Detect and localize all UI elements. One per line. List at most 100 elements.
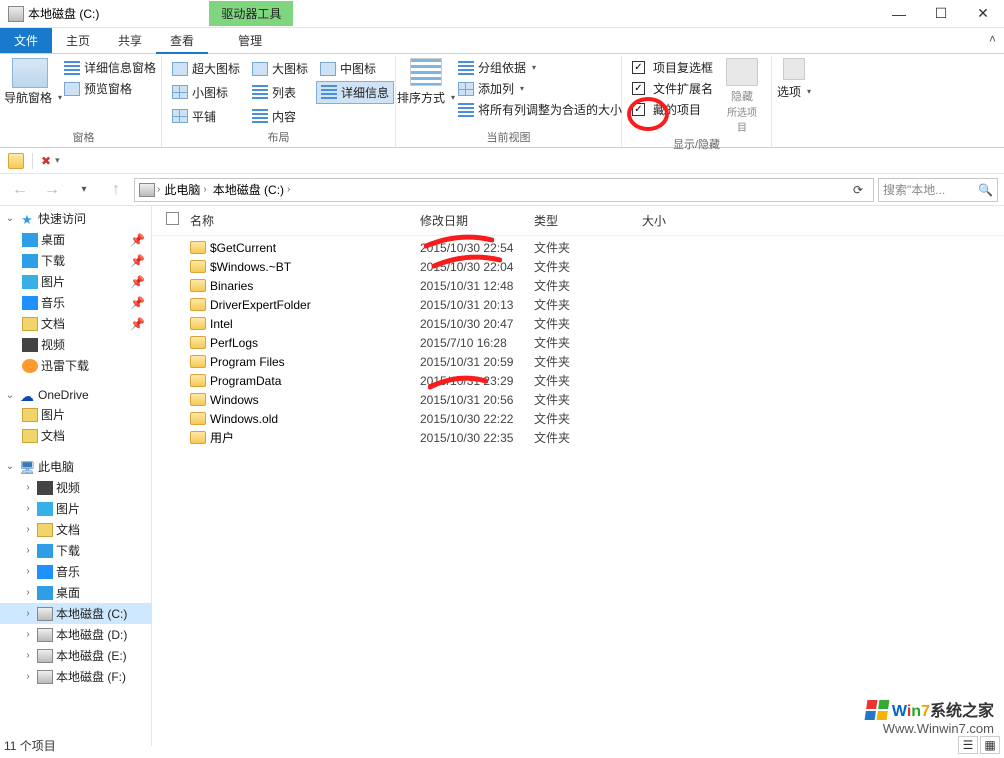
group-by-button[interactable]: 分组依据▾	[454, 58, 626, 77]
sidebar-music[interactable]: 音乐	[41, 294, 65, 311]
preview-pane-button[interactable]: 预览窗格	[60, 79, 160, 98]
layout-tiles[interactable]: 平铺	[168, 105, 244, 127]
sort-by-button[interactable]: 排序方式▾	[402, 88, 450, 107]
file-date: 2015/10/30 22:22	[420, 412, 534, 426]
minimize-button[interactable]: —	[878, 0, 920, 28]
column-size[interactable]: 大小	[642, 212, 722, 229]
group-label-panes: 窗格	[12, 127, 155, 147]
layout-medium[interactable]: 中图标	[316, 58, 394, 80]
table-row[interactable]: ProgramData2015/10/31 23:29文件夹	[152, 371, 1004, 390]
sidebar-pc-music[interactable]: 音乐	[56, 563, 80, 580]
pictures-icon	[22, 275, 38, 289]
sidebar-downloads[interactable]: 下载	[41, 252, 65, 269]
options-button[interactable]: 选项▾	[773, 82, 815, 101]
navigation-pane-icon	[12, 58, 48, 88]
tab-manage[interactable]: 管理	[220, 28, 280, 53]
disk-icon	[37, 649, 53, 663]
layout-details[interactable]: 详细信息	[316, 81, 394, 105]
sidebar-onedrive[interactable]: OneDrive	[38, 388, 89, 402]
sidebar-xunlei[interactable]: 迅雷下载	[41, 357, 89, 374]
fit-columns-button[interactable]: 将所有列调整为合适的大小	[454, 100, 626, 119]
item-checkboxes-toggle[interactable]: 项目复选框	[628, 58, 717, 77]
sidebar-quick-access[interactable]: 快速访问	[38, 210, 86, 227]
hide-button[interactable]: 隐藏	[723, 88, 761, 104]
navigation-tree[interactable]: ⌄★快速访问 桌面📌 下载📌 图片📌 音乐📌 文档📌 视频 迅雷下载 ⌄☁One…	[0, 206, 152, 746]
sidebar-onedrive-docs[interactable]: 文档	[41, 427, 65, 444]
music-icon	[22, 296, 38, 310]
layout-large[interactable]: 大图标	[248, 58, 312, 80]
forward-button[interactable]: →	[38, 178, 66, 202]
file-list-view[interactable]: 名称 修改日期 类型 大小 $GetCurrent2015/10/30 22:5…	[152, 206, 1004, 746]
details-pane-button[interactable]: 详细信息窗格	[60, 58, 160, 77]
sidebar-pictures[interactable]: 图片	[41, 273, 65, 290]
view-details-button[interactable]: ☰	[958, 736, 978, 754]
refresh-button[interactable]: ⟳	[847, 183, 869, 197]
tab-view[interactable]: 查看	[156, 28, 208, 54]
table-row[interactable]: DriverExpertFolder2015/10/31 20:13文件夹	[152, 295, 1004, 314]
sidebar-onedrive-pics[interactable]: 图片	[41, 406, 65, 423]
sidebar-pc-downloads[interactable]: 下载	[56, 542, 80, 559]
breadcrumb-drive[interactable]: 本地磁盘 (C:)›	[211, 181, 293, 198]
layout-small[interactable]: 小图标	[168, 81, 244, 105]
tab-file[interactable]: 文件	[0, 28, 52, 53]
sidebar-this-pc[interactable]: 此电脑	[38, 458, 74, 475]
table-row[interactable]: $Windows.~BT2015/10/30 22:04文件夹	[152, 257, 1004, 276]
contextual-tools-tab[interactable]: 驱动器工具	[209, 1, 293, 26]
folder-icon	[22, 429, 38, 443]
search-input[interactable]: 搜索"本地... 🔍	[878, 178, 998, 202]
maximize-button[interactable]: ☐	[920, 0, 962, 28]
file-date: 2015/10/31 12:48	[420, 279, 534, 293]
layout-content[interactable]: 内容	[248, 105, 312, 127]
column-type[interactable]: 类型	[534, 212, 642, 229]
address-bar[interactable]: › 此电脑› 本地磁盘 (C:)› ⟳	[134, 178, 874, 202]
sidebar-videos[interactable]: 视频	[41, 336, 65, 353]
table-row[interactable]: Intel2015/10/30 20:47文件夹	[152, 314, 1004, 333]
column-name[interactable]: 名称	[190, 212, 420, 229]
hide-selected-icon	[726, 58, 758, 86]
table-row[interactable]: $GetCurrent2015/10/30 22:54文件夹	[152, 238, 1004, 257]
sidebar-pc-desktop[interactable]: 桌面	[56, 584, 80, 601]
sidebar-documents[interactable]: 文档	[41, 315, 65, 332]
close-button[interactable]: ✕	[962, 0, 1004, 28]
column-date[interactable]: 修改日期	[420, 212, 534, 229]
table-row[interactable]: Windows.old2015/10/30 22:22文件夹	[152, 409, 1004, 428]
sidebar-pc-documents[interactable]: 文档	[56, 521, 80, 538]
table-row[interactable]: Windows2015/10/31 20:56文件夹	[152, 390, 1004, 409]
sidebar-drive-f[interactable]: 本地磁盘 (F:)	[56, 668, 126, 685]
up-button[interactable]: ↑	[102, 178, 130, 202]
table-row[interactable]: Binaries2015/10/31 12:48文件夹	[152, 276, 1004, 295]
ribbon-collapse-button[interactable]: ˄	[989, 32, 996, 46]
file-type: 文件夹	[534, 410, 642, 427]
folder-icon[interactable]	[8, 153, 24, 169]
sidebar-desktop[interactable]: 桌面	[41, 231, 65, 248]
table-row[interactable]: PerfLogs2015/7/10 16:28文件夹	[152, 333, 1004, 352]
folder-icon	[190, 317, 206, 330]
select-all-checkbox[interactable]	[166, 212, 179, 225]
disk-icon	[37, 670, 53, 684]
file-name: Intel	[210, 317, 233, 331]
sidebar-pc-videos[interactable]: 视频	[56, 479, 80, 496]
sidebar-drive-d[interactable]: 本地磁盘 (D:)	[56, 626, 127, 643]
delete-icon[interactable]: ✖	[41, 154, 51, 168]
layout-extra-large[interactable]: 超大图标	[168, 58, 244, 80]
file-extensions-toggle[interactable]: 文件扩展名	[628, 79, 717, 98]
sidebar-drive-c[interactable]: 本地磁盘 (C:)	[56, 605, 127, 622]
tab-share[interactable]: 共享	[104, 28, 156, 53]
add-columns-button[interactable]: 添加列▾	[454, 79, 626, 98]
videos-icon	[22, 338, 38, 352]
sidebar-pc-pictures[interactable]: 图片	[56, 500, 80, 517]
file-type: 文件夹	[534, 296, 642, 313]
history-dropdown[interactable]: ▾	[70, 178, 98, 202]
qat-dropdown[interactable]: ▾	[55, 155, 60, 166]
tab-home[interactable]: 主页	[52, 28, 104, 53]
navigation-pane-button[interactable]: 导航窗格▾	[12, 88, 54, 107]
view-icons-button[interactable]: ▦	[980, 736, 1000, 754]
sidebar-drive-e[interactable]: 本地磁盘 (E:)	[56, 647, 127, 664]
table-row[interactable]: 用户2015/10/30 22:35文件夹	[152, 428, 1004, 447]
documents-icon	[22, 317, 38, 331]
file-name: DriverExpertFolder	[210, 298, 311, 312]
table-row[interactable]: Program Files2015/10/31 20:59文件夹	[152, 352, 1004, 371]
layout-list[interactable]: 列表	[248, 81, 312, 105]
breadcrumb-this-pc[interactable]: 此电脑›	[162, 181, 208, 198]
back-button[interactable]: ←	[6, 178, 34, 202]
